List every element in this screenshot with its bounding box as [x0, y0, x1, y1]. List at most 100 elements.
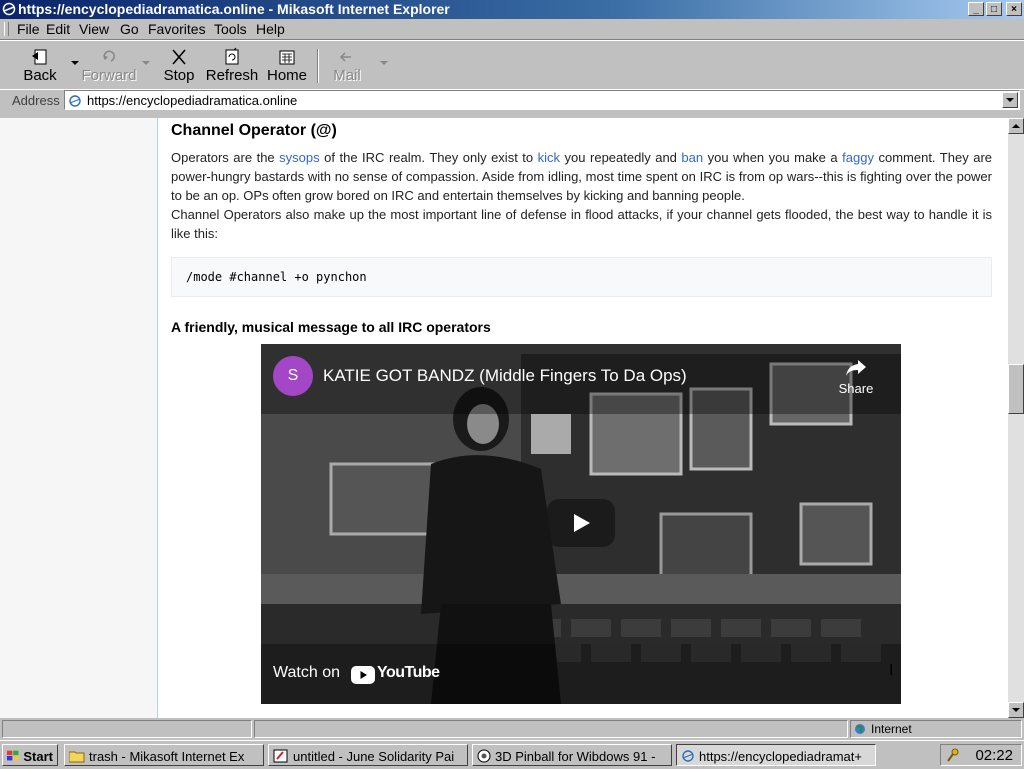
text-cursor-icon: I — [889, 662, 894, 679]
refresh-icon — [225, 47, 239, 65]
task-label: 3D Pinball for Wibdows 91 - — [495, 748, 656, 764]
article-paragraph-2: Channel Operators also make up the most … — [171, 207, 992, 241]
para-text: you repeatedly and — [560, 150, 682, 165]
subsection-heading: A friendly, musical message to all IRC o… — [171, 319, 491, 335]
scroll-thumb[interactable] — [1008, 364, 1024, 414]
menu-bar: File Edit View Go Favorites Tools Help — [0, 19, 1024, 40]
task-label: trash - Mikasoft Internet Ex — [89, 748, 245, 764]
para-text: Operators are the — [171, 150, 280, 165]
link-faggy[interactable]: faggy — [842, 150, 874, 165]
key-icon[interactable] — [947, 748, 959, 762]
stop-button[interactable]: Stop — [162, 47, 196, 84]
close-button[interactable]: × — [1006, 2, 1022, 16]
para-text: of the IRC realm. They only exist to — [319, 150, 538, 165]
task-label: untitled - June Solidarity Pai — [293, 748, 455, 764]
taskbar: Start trash - Mikasoft Internet Ex untit… — [0, 740, 1024, 769]
minimize-button[interactable]: _ — [968, 2, 984, 16]
zone-label: Internet — [871, 722, 912, 736]
forward-label: Forward — [81, 67, 137, 84]
address-bar: Address https://encyclopediadramatica.on… — [0, 89, 1024, 112]
stop-label: Stop — [163, 67, 195, 84]
page-viewport: Channel Operator (@) Operators are the s… — [0, 118, 1008, 718]
system-tray: 02:22 — [940, 744, 1022, 766]
article-paragraph: Operators are the sysops of the IRC real… — [171, 148, 992, 243]
toolbar: Back Forward Stop Refresh Home Mail — [0, 40, 1024, 90]
share-icon — [846, 360, 866, 376]
task-browser[interactable]: https://encyclopediadramat+ — [676, 744, 876, 766]
refresh-label: Refresh — [205, 67, 259, 84]
title-bar: https://encyclopediadramatica.online - M… — [0, 0, 1024, 19]
address-dropdown-button[interactable] — [1002, 92, 1018, 108]
menu-favorites[interactable]: Favorites — [148, 21, 206, 37]
forward-dropdown[interactable] — [142, 61, 150, 65]
code-block: /mode #channel +o pynchon — [171, 257, 992, 297]
home-button[interactable]: Home — [266, 47, 308, 84]
address-label: Address — [12, 93, 60, 108]
task-trash[interactable]: trash - Mikasoft Internet Ex — [64, 744, 264, 766]
status-text — [2, 720, 252, 738]
status-bar: Internet — [0, 719, 1024, 739]
home-label: Home — [266, 67, 307, 84]
menu-tools[interactable]: Tools — [214, 21, 247, 37]
browser-window: https://encyclopediadramatica.online - M… — [0, 0, 1024, 744]
pinball-icon — [477, 749, 491, 763]
link-sysops[interactable]: sysops — [279, 150, 319, 165]
task-label: https://encyclopediadramat+ — [699, 748, 862, 764]
task-pinball[interactable]: 3D Pinball for Wibdows 91 - — [472, 744, 672, 766]
youtube-logo-icon — [351, 666, 375, 684]
back-button[interactable]: Back — [20, 47, 60, 84]
refresh-button[interactable]: Refresh — [203, 47, 261, 84]
menu-view[interactable]: View — [79, 21, 109, 37]
window-title: https://encyclopediadramatica.online - M… — [18, 1, 450, 17]
share-button[interactable]: Share — [835, 358, 877, 396]
menu-go[interactable]: Go — [120, 21, 139, 37]
stop-icon — [172, 49, 186, 65]
section-heading: Channel Operator (@) — [171, 122, 337, 139]
windows-logo-icon — [7, 750, 19, 761]
menu-help[interactable]: Help — [256, 21, 285, 37]
ie-page-icon — [682, 750, 694, 762]
link-ban[interactable]: ban — [681, 150, 703, 165]
mail-button[interactable]: Mail — [330, 47, 364, 84]
share-label: Share — [838, 381, 874, 396]
status-progress — [254, 720, 848, 738]
channel-avatar[interactable]: S — [273, 356, 313, 396]
watch-on-label: Watch on — [273, 664, 340, 681]
task-paint[interactable]: untitled - June Solidarity Pai — [268, 744, 468, 766]
scroll-up-button[interactable] — [1008, 118, 1024, 134]
forward-icon — [103, 50, 115, 62]
start-label: Start — [23, 748, 53, 764]
mail-label: Mail — [333, 67, 361, 84]
play-button[interactable] — [547, 499, 615, 547]
home-icon — [279, 50, 295, 65]
menu-file[interactable]: File — [17, 21, 40, 37]
paint-icon — [273, 749, 288, 763]
vertical-scrollbar[interactable] — [1008, 118, 1024, 718]
menu-edit[interactable]: Edit — [46, 21, 70, 37]
watch-on-youtube-link[interactable]: Watch on YouTube — [261, 654, 461, 698]
clock[interactable]: 02:22 — [975, 747, 1013, 764]
ie-icon — [2, 2, 16, 16]
para-text: you when you make a — [703, 150, 843, 165]
address-input[interactable]: https://encyclopediadramatica.online — [64, 90, 1020, 110]
menu-grip — [4, 22, 9, 36]
folder-icon — [69, 751, 85, 762]
back-label: Back — [23, 67, 57, 84]
scroll-down-button[interactable] — [1008, 702, 1024, 718]
globe-icon — [855, 724, 865, 734]
forward-button[interactable]: Forward — [77, 47, 141, 84]
youtube-label: YouTube — [377, 664, 440, 681]
mail-dropdown[interactable] — [380, 61, 388, 65]
back-icon — [32, 49, 47, 65]
page-icon — [69, 95, 81, 107]
mail-icon — [339, 52, 351, 62]
link-kick[interactable]: kick — [538, 150, 560, 165]
address-url: https://encyclopediadramatica.online — [87, 93, 298, 108]
status-zone: Internet — [850, 720, 1022, 738]
maximize-button[interactable]: □ — [986, 2, 1002, 16]
youtube-embed[interactable]: S KATIE GOT BANDZ (Middle Fingers To Da … — [261, 344, 901, 704]
video-title[interactable]: KATIE GOT BANDZ (Middle Fingers To Da Op… — [323, 366, 687, 386]
page-sidebar — [0, 118, 158, 718]
toolbar-separator — [317, 49, 319, 83]
start-button[interactable]: Start — [2, 744, 58, 766]
